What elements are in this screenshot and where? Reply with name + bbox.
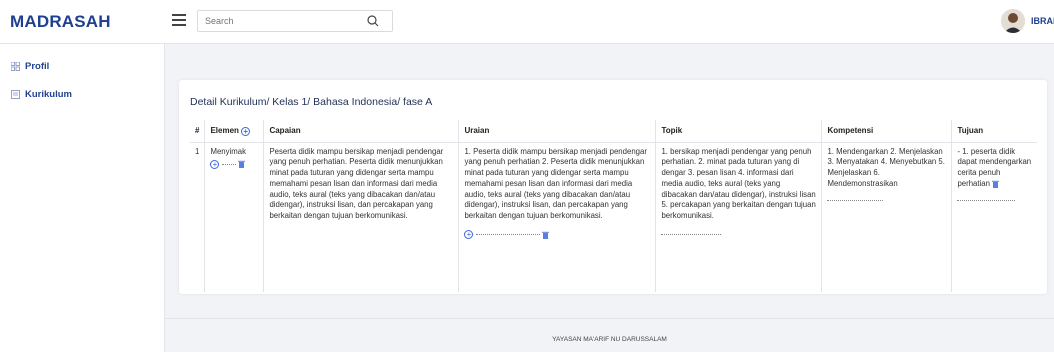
sidebar-item-label: Kurikulum	[25, 89, 72, 100]
curriculum-table: # Elemen + Capaian Uraian Topik Kompeten…	[190, 120, 1037, 292]
search-icon[interactable]	[366, 14, 380, 28]
user-avatar[interactable]	[1001, 9, 1025, 33]
curriculum-detail-card: Detail Kurikulum/ Kelas 1/ Bahasa Indone…	[179, 80, 1047, 294]
username-label[interactable]: IBRAHIM	[1031, 16, 1054, 26]
column-header-topik: Topik	[655, 120, 823, 143]
column-header-number: #	[190, 120, 206, 143]
column-header-label: Elemen	[210, 126, 239, 136]
divider	[827, 199, 884, 201]
delete-icon[interactable]	[237, 160, 245, 169]
delete-icon[interactable]	[992, 180, 1000, 188]
topik-cell: 1. bersikap menjadi pendengar yang penuh…	[655, 142, 823, 292]
capaian-cell: Peserta didik mampu bersikap menjadi pen…	[263, 142, 460, 292]
search-box	[197, 10, 393, 32]
add-capaian-icon[interactable]: +	[210, 159, 220, 169]
hamburger-menu-icon[interactable]	[172, 14, 186, 26]
row-number: 1	[190, 142, 206, 292]
table-row: 1 Menyimak + Peserta didik mampu bersika…	[190, 142, 1037, 292]
divider	[221, 163, 236, 165]
sidebar-item-kurikulum[interactable]: Kurikulum	[11, 89, 72, 100]
uraian-value: 1. Peserta didik mampu bersikap menjadi …	[464, 146, 647, 221]
uraian-cell: 1. Peserta didik mampu bersikap menjadi …	[458, 142, 657, 292]
document-icon	[11, 90, 20, 99]
sidebar-item-label: Profil	[25, 61, 50, 72]
footer-text: YAYASAN MA'ARIF NU DARUSSALAM	[552, 336, 667, 343]
column-header-capaian: Capaian	[263, 120, 460, 143]
divider	[475, 234, 540, 236]
topik-value: 1. bersikap menjadi pendengar yang penuh…	[661, 146, 816, 221]
sidebar-item-profil[interactable]: Profil	[11, 61, 49, 72]
brand-logo[interactable]: MADRASAH	[10, 12, 111, 32]
sidebar: Profil Kurikulum	[0, 44, 165, 352]
column-header-tujuan: Tujuan	[951, 120, 1037, 143]
footer: YAYASAN MA'ARIF NU DARUSSALAM	[165, 318, 1054, 352]
elemen-cell: Menyimak +	[204, 142, 265, 292]
divider	[661, 234, 722, 236]
top-navbar: MADRASAH IBRAHIM	[0, 0, 1054, 44]
add-uraian-icon[interactable]: +	[464, 230, 474, 240]
column-header-elemen: Elemen +	[204, 120, 265, 143]
column-header-uraian: Uraian	[458, 120, 657, 143]
delete-icon[interactable]	[541, 231, 549, 239]
kompetensi-value: 1. Mendengarkan 2. Menjelaskan 3. Menyat…	[827, 146, 945, 188]
tujuan-cell: - 1. peserta didik dapat mendengarkan ce…	[952, 142, 1037, 292]
kompetensi-cell: 1. Mendengarkan 2. Menjelaskan 3. Menyat…	[821, 142, 953, 292]
add-elemen-icon[interactable]: +	[241, 126, 251, 136]
elemen-value: Menyimak	[210, 146, 246, 156]
column-header-kompetensi: Kompetensi	[821, 120, 953, 143]
grid-icon	[11, 62, 20, 71]
page-title: Detail Kurikulum/ Kelas 1/ Bahasa Indone…	[190, 96, 433, 108]
search-input[interactable]	[198, 11, 363, 31]
divider	[957, 199, 1016, 201]
